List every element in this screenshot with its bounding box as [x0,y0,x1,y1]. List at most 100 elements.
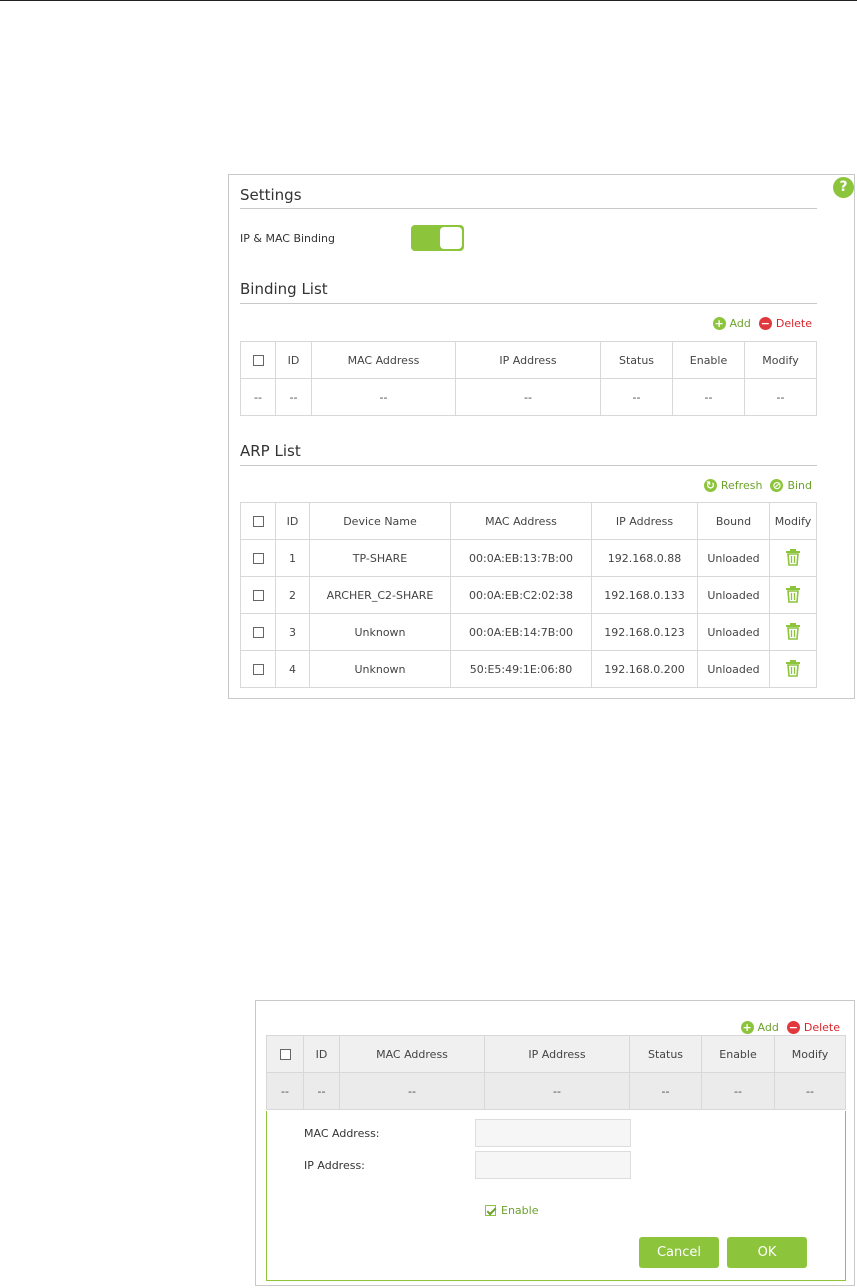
row-checkbox-cell [240,650,276,688]
binding-list-title: Binding List [240,280,328,298]
enable-label: Enable [501,1204,539,1217]
editor-add-button[interactable]: + Add [740,1021,779,1034]
table-row: 3 Unknown 00:0A:EB:14:7B:00 192.168.0.12… [240,613,817,651]
empty-cell: -- [629,1072,702,1110]
help-icon[interactable]: ? [833,177,854,198]
settings-title: Settings [240,186,302,204]
row-ip-address: 192.168.0.200 [591,650,698,688]
empty-cell: -- [701,1072,775,1110]
row-id: 4 [275,650,310,688]
binding-entry-form: MAC Address: IP Address: Enable Cancel O… [266,1111,846,1281]
col-ip-address: IP Address [484,1035,630,1073]
empty-cell: -- [744,378,817,416]
ip-address-label: IP Address: [304,1159,365,1172]
row-checkbox[interactable] [252,664,264,675]
arp-list-actions: ↻ Refresh ⊘ Bind [703,479,812,492]
checkbox-icon [485,1205,496,1216]
col-bound: Bound [697,502,770,540]
editor-delete-label: Delete [803,1021,840,1034]
row-modify-cell [769,613,817,651]
col-status: Status [629,1035,702,1073]
refresh-icon: ↻ [703,479,717,492]
row-id: 1 [275,539,310,577]
row-checkbox[interactable] [252,590,264,601]
add-icon: + [740,1021,754,1034]
enable-checkbox[interactable]: Enable [485,1204,538,1217]
row-checkbox-cell [240,576,276,614]
bind-button[interactable]: ⊘ Bind [770,479,812,492]
binding-add-button[interactable]: + Add [712,317,751,330]
empty-cell: -- [455,378,601,416]
arp-select-all-checkbox[interactable] [252,516,264,527]
row-modify-cell [769,576,817,614]
editor-delete-button[interactable]: − Delete [786,1021,840,1034]
row-id: 2 [275,576,310,614]
row-ip-address: 192.168.0.88 [591,539,698,577]
col-ip-address: IP Address [455,341,601,379]
binding-delete-label: Delete [775,317,812,330]
row-bound: Unloaded [697,576,770,614]
select-all-cell [240,341,276,379]
col-modify: Modify [774,1035,846,1073]
bind-icon: ⊘ [770,479,784,492]
refresh-button[interactable]: ↻ Refresh [703,479,762,492]
row-modify-cell [769,650,817,688]
bind-label: Bind [787,479,812,492]
row-mac-address: 00:0A:EB:C2:02:38 [450,576,592,614]
row-bound: Unloaded [697,650,770,688]
cancel-button[interactable]: Cancel [639,1237,719,1268]
row-checkbox[interactable] [252,553,264,564]
mac-address-label: MAC Address: [304,1127,380,1140]
row-checkbox-cell [240,539,276,577]
empty-cell: -- [774,1072,846,1110]
trash-icon[interactable] [785,622,801,643]
table-row: 2 ARCHER_C2-SHARE 00:0A:EB:C2:02:38 192.… [240,576,817,614]
row-mac-address: 00:0A:EB:14:7B:00 [450,613,592,651]
empty-cell: -- [240,378,276,416]
col-mac-address: MAC Address [311,341,456,379]
row-ip-address: 192.168.0.123 [591,613,698,651]
binding-add-label: Add [729,317,751,330]
editor-select-all-cell [266,1035,304,1073]
table-row: -- -- -- -- -- -- -- [266,1072,846,1110]
delete-icon: − [786,1021,800,1034]
empty-cell: -- [303,1072,340,1110]
arp-list-divider [240,465,817,466]
binding-list-table: ID MAC Address IP Address Status Enable … [240,341,817,416]
row-checkbox-cell [240,613,276,651]
settings-panel: Settings IP & MAC Binding Binding List +… [228,174,855,699]
col-ip-address: IP Address [591,502,698,540]
select-all-checkbox[interactable] [252,355,264,366]
ok-button[interactable]: OK [727,1237,807,1268]
col-id: ID [275,502,310,540]
col-modify: Modify [744,341,817,379]
editor-add-label: Add [757,1021,779,1034]
row-checkbox[interactable] [252,627,264,638]
editor-select-all-checkbox[interactable] [279,1049,291,1060]
binding-list-divider [240,303,817,304]
col-id: ID [275,341,312,379]
row-mac-address: 50:E5:49:1E:06:80 [450,650,592,688]
ip-mac-binding-toggle[interactable] [411,225,464,251]
empty-cell: -- [600,378,673,416]
col-mac-address: MAC Address [339,1035,485,1073]
add-icon: + [712,317,726,330]
empty-cell: -- [311,378,456,416]
empty-cell: -- [275,378,312,416]
table-row: 1 TP-SHARE 00:0A:EB:13:7B:00 192.168.0.8… [240,539,817,577]
toggle-knob [440,227,462,249]
trash-icon[interactable] [785,659,801,680]
col-enable: Enable [701,1035,775,1073]
settings-divider [240,208,817,209]
arp-select-all-cell [240,502,276,540]
ip-address-input[interactable] [475,1151,631,1179]
table-row: 4 Unknown 50:E5:49:1E:06:80 192.168.0.20… [240,650,817,688]
col-device-name: Device Name [309,502,451,540]
trash-icon[interactable] [785,585,801,606]
trash-icon[interactable] [785,548,801,569]
col-id: ID [303,1035,340,1073]
empty-cell: -- [339,1072,485,1110]
empty-cell: -- [266,1072,304,1110]
mac-address-input[interactable] [475,1119,631,1147]
binding-delete-button[interactable]: − Delete [758,317,812,330]
